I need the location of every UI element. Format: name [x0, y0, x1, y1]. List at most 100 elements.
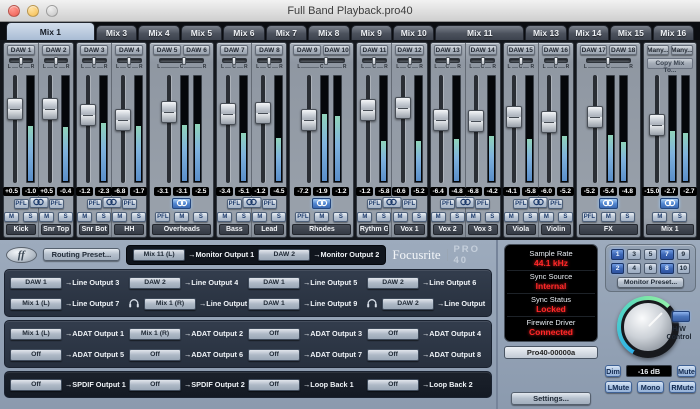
pfl-button[interactable]: PFL	[262, 199, 277, 209]
pan-slider[interactable]	[82, 58, 107, 63]
channel-name-label[interactable]: Violin	[541, 224, 571, 235]
channel-name-label[interactable]: Vox 2	[433, 224, 463, 235]
pan-slider[interactable]	[509, 58, 534, 63]
solo-channel-button[interactable]: S	[58, 212, 73, 222]
pan-handle[interactable]	[554, 57, 558, 65]
channel-fader[interactable]	[507, 75, 521, 183]
channel-name-label[interactable]: Vox 1	[394, 224, 424, 235]
route-source-button[interactable]: Off	[367, 328, 419, 340]
pfl-button[interactable]: PFL	[475, 199, 490, 209]
channel-fader[interactable]	[162, 75, 176, 183]
channel-name-label[interactable]: Rythm G	[359, 224, 389, 235]
pan-handle[interactable]	[182, 57, 186, 65]
solo-channel-button[interactable]: S	[450, 212, 465, 222]
channel-name-label[interactable]: FX	[579, 224, 638, 235]
monitor-output-button-5[interactable]: 5	[644, 249, 657, 260]
pfl-button[interactable]: PFL	[87, 199, 102, 209]
channel-fader[interactable]	[8, 75, 22, 183]
copy-mix-to-button[interactable]: Copy Mix To...	[647, 58, 693, 69]
solo-channel-button[interactable]: S	[23, 212, 38, 222]
route-source-button[interactable]: Off	[10, 379, 62, 391]
tab-mix-3[interactable]: Mix 3	[96, 25, 137, 40]
tab-mix-1[interactable]: Mix 1	[6, 22, 95, 40]
fader-cap[interactable]	[220, 103, 236, 125]
tab-mix-8[interactable]: Mix 8	[308, 25, 349, 40]
mute-channel-button[interactable]: M	[252, 212, 267, 222]
stereo-link-button[interactable]	[172, 198, 191, 209]
pfl-button[interactable]: PFL	[582, 212, 597, 222]
channel-name-label[interactable]: Bass	[219, 224, 249, 235]
channel-fader[interactable]	[542, 75, 556, 183]
route-source-button[interactable]: Mix 11 (L)	[133, 249, 185, 261]
fader-cap[interactable]	[395, 97, 411, 119]
daw-source-button[interactable]: DAW 16	[542, 45, 570, 55]
route-source-button[interactable]: Off	[367, 379, 419, 391]
pan-handle[interactable]	[267, 57, 271, 65]
channel-fader[interactable]	[588, 75, 602, 183]
pan-handle[interactable]	[519, 57, 523, 65]
channel-name-label[interactable]: Lead	[254, 224, 284, 235]
solo-channel-button[interactable]: S	[193, 212, 208, 222]
pan-slider[interactable]	[299, 58, 344, 63]
pfl-button[interactable]: PFL	[14, 199, 29, 209]
tab-mix-11[interactable]: Mix 11	[435, 25, 524, 40]
monitor-output-button-9[interactable]: 9	[677, 249, 690, 260]
fader-cap[interactable]	[506, 106, 522, 128]
daw-source-button[interactable]: DAW 18	[609, 45, 636, 55]
channel-name-label[interactable]: HH	[114, 224, 144, 235]
channel-fader[interactable]	[256, 75, 270, 183]
solo-channel-button[interactable]: S	[131, 212, 146, 222]
solo-channel-button[interactable]: S	[376, 212, 391, 222]
pan-handle[interactable]	[92, 57, 96, 65]
stereo-link-button[interactable]	[102, 197, 121, 208]
pan-handle[interactable]	[481, 57, 485, 65]
daw-source-button[interactable]: DAW 3	[80, 45, 108, 55]
fader-cap[interactable]	[587, 106, 603, 128]
route-source-button[interactable]: Off	[248, 349, 300, 361]
pan-handle[interactable]	[19, 57, 23, 65]
daw-source-button[interactable]: DAW 4	[115, 45, 143, 55]
daw-source-button[interactable]: DAW 2	[42, 45, 70, 55]
pfl-button[interactable]: PFL	[122, 199, 137, 209]
route-source-button[interactable]: Off	[129, 379, 181, 391]
pan-handle[interactable]	[606, 57, 610, 65]
route-source-button[interactable]: DAW 1	[248, 277, 300, 289]
mute-channel-button[interactable]: M	[393, 212, 408, 222]
route-source-button[interactable]: Off	[248, 379, 300, 391]
stereo-link-button[interactable]	[312, 198, 331, 209]
dim-button[interactable]: Dim	[605, 365, 621, 377]
channel-name-label[interactable]: Overheads	[152, 224, 211, 235]
tab-mix-10[interactable]: Mix 10	[393, 25, 434, 40]
channel-fader[interactable]	[81, 75, 95, 183]
pan-handle[interactable]	[54, 57, 58, 65]
tab-mix-6[interactable]: Mix 6	[223, 25, 264, 40]
channel-name-label[interactable]: Rhodes	[292, 224, 351, 235]
solo-channel-button[interactable]: S	[672, 212, 687, 222]
hw-control-button[interactable]	[672, 311, 690, 322]
channel-fader[interactable]	[361, 75, 375, 183]
pan-handle[interactable]	[127, 57, 131, 65]
route-source-button[interactable]: Off	[248, 328, 300, 340]
device-id-display[interactable]: Pro40-00000a	[504, 346, 598, 359]
channel-fader[interactable]	[43, 75, 57, 183]
mute-channel-button[interactable]: M	[357, 212, 372, 222]
pan-slider[interactable]	[222, 58, 247, 63]
pfl-button[interactable]: PFL	[548, 199, 563, 209]
pan-slider[interactable]	[9, 58, 34, 63]
channel-fader[interactable]	[302, 75, 316, 183]
stereo-link-button[interactable]	[599, 198, 618, 209]
pan-slider[interactable]	[44, 58, 69, 63]
daw-source-button[interactable]: DAW 17	[580, 45, 607, 55]
pan-handle[interactable]	[446, 57, 450, 65]
channel-name-label[interactable]: Viola	[506, 224, 536, 235]
fader-cap[interactable]	[115, 109, 131, 131]
channel-fader[interactable]	[650, 75, 664, 183]
settings-button[interactable]: Settings...	[511, 392, 592, 405]
pan-slider[interactable]	[117, 58, 142, 63]
tab-mix-15[interactable]: Mix 15	[610, 25, 651, 40]
pan-slider[interactable]	[586, 58, 631, 63]
stereo-link-button[interactable]	[242, 197, 261, 208]
mute-channel-button[interactable]: M	[652, 212, 667, 222]
lmute-button[interactable]: LMute	[605, 381, 632, 393]
fader-cap[interactable]	[649, 114, 665, 136]
